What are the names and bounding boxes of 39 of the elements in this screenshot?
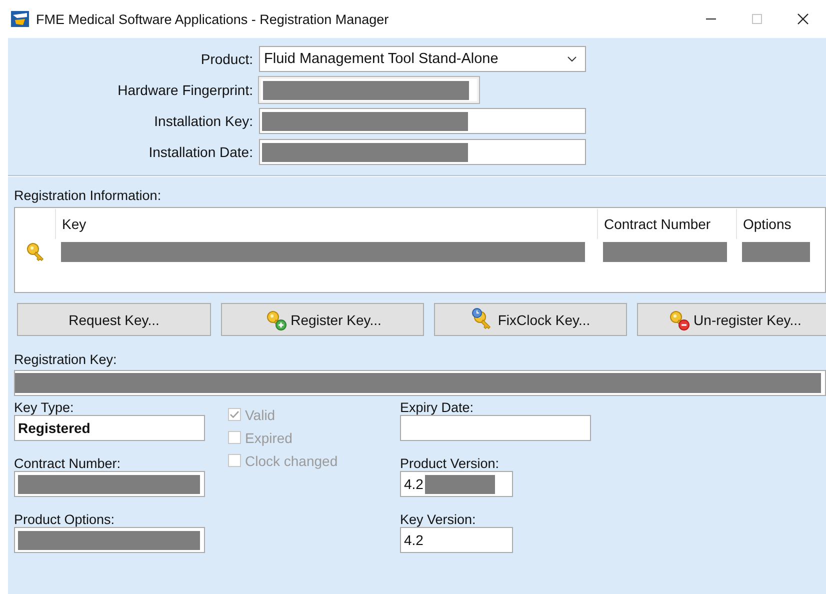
close-icon: [797, 13, 809, 25]
field-value: 4.2: [403, 532, 424, 548]
redaction-bar: [742, 242, 810, 262]
input-field[interactable]: 4.2: [400, 527, 513, 553]
section-label: Registration Information:: [14, 188, 162, 203]
field-label: Hardware Fingerprint:: [118, 82, 253, 98]
field-label: Product Options:: [14, 512, 116, 527]
input-field[interactable]: 4.2: [400, 471, 513, 497]
window-title: FME Medical Software Applications - Registration Manager: [36, 12, 389, 26]
column-header[interactable]: Contract Number: [597, 209, 736, 239]
action-button[interactable]: Un-register Key...: [637, 303, 826, 336]
field-label: Installation Date:: [148, 144, 253, 160]
action-button[interactable]: Register Key...: [221, 303, 424, 336]
action-button[interactable]: Request Key...: [17, 303, 211, 336]
product-dropdown[interactable]: Fluid Management Tool Stand-Alone: [259, 46, 586, 72]
input-field[interactable]: [14, 527, 205, 553]
input-field[interactable]: Registered: [14, 415, 205, 441]
input-field[interactable]: [400, 415, 591, 441]
input-field[interactable]: [259, 139, 586, 165]
column-header[interactable]: Key: [55, 209, 597, 239]
field-label: Key Version:: [400, 512, 477, 527]
input-field[interactable]: [259, 108, 586, 134]
field-value: Registered: [17, 420, 90, 436]
field-label: Product Version:: [400, 456, 500, 471]
field-label: Key Type:: [14, 400, 75, 415]
column-header[interactable]: Options: [736, 209, 821, 239]
field-label: Contract Number:: [14, 456, 122, 471]
field-label: Product:: [200, 51, 253, 67]
maximize-icon: [751, 13, 763, 25]
field-label: Registration Key:: [14, 352, 118, 367]
chevron-down-icon: [567, 56, 577, 62]
field-label: Installation Key:: [154, 113, 253, 129]
input-field[interactable]: [14, 471, 205, 497]
field-label: Expiry Date:: [400, 400, 475, 415]
app-icon: [11, 11, 29, 27]
field-value: 4.2: [403, 476, 424, 492]
dropdown-value: Fluid Management Tool Stand-Alone: [264, 51, 498, 67]
registration-key-field[interactable]: [14, 370, 826, 396]
action-button[interactable]: FixClock Key...: [434, 303, 627, 336]
